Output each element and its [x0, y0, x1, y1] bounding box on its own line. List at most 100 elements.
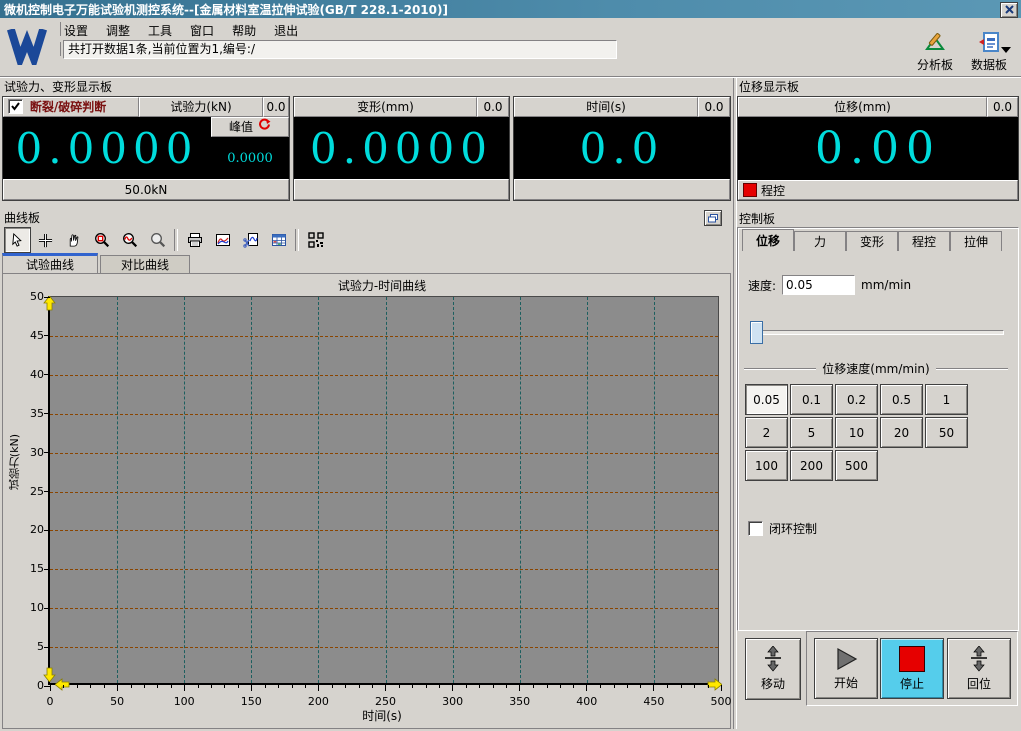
menu-item-window[interactable]: 窗口	[190, 22, 214, 39]
deform-header-button[interactable]: 变形(mm)	[294, 97, 477, 117]
x-minor-tick	[304, 685, 306, 688]
y-tick-label: 50	[30, 290, 44, 303]
start-button[interactable]: 开始	[814, 638, 878, 699]
gridline-h	[50, 452, 718, 454]
x-minor-tick	[425, 685, 427, 688]
float-panel-button[interactable]	[704, 210, 722, 226]
speed-slider-thumb[interactable]	[750, 321, 763, 344]
gridline-h	[50, 530, 718, 532]
toolbar-overflow-button[interactable]	[1001, 42, 1011, 56]
speed-button-1[interactable]: 1	[925, 384, 968, 415]
speed-input[interactable]	[782, 275, 856, 295]
copy-curve-tool[interactable]	[237, 227, 264, 253]
speed-button-20[interactable]: 20	[880, 417, 923, 448]
gridline-v	[184, 297, 186, 683]
y-tick-label: 35	[30, 406, 44, 420]
displacement-panel: 位移(mm) 0.0 0.00 程控	[737, 96, 1019, 201]
display-section-title: 试验力、变形显示板	[4, 80, 113, 94]
speed-button-200[interactable]: 200	[790, 450, 833, 481]
speed-button-0.5[interactable]: 0.5	[880, 384, 923, 415]
time-header-button[interactable]: 时间(s)	[514, 97, 698, 117]
play-triangle-icon	[837, 647, 858, 670]
speed-button-0.2[interactable]: 0.2	[835, 384, 878, 415]
tab-test-curve[interactable]: 试验曲线	[2, 253, 98, 273]
tab-compare-curve[interactable]: 对比曲线	[100, 255, 190, 273]
zoom-box-tool[interactable]	[88, 227, 115, 253]
barcode-tool[interactable]	[302, 227, 329, 253]
zoom-curve-icon	[122, 233, 137, 248]
menu-item-exit[interactable]: 退出	[274, 22, 298, 39]
gridline-h	[50, 608, 718, 610]
speed-button-0.05[interactable]: 0.05	[745, 384, 788, 415]
stop-button-label: 停止	[899, 676, 924, 691]
speed-button-2[interactable]: 2	[745, 417, 788, 448]
speed-button-5[interactable]: 5	[790, 417, 833, 448]
x-minor-tick	[479, 685, 481, 688]
menu-item-adjust[interactable]: 调整	[106, 22, 130, 39]
x-minor-tick	[103, 685, 105, 688]
tab-tensile[interactable]: 拉伸	[950, 231, 1002, 251]
tab-force[interactable]: 力	[794, 231, 846, 251]
gridline-v	[251, 297, 253, 683]
break-judge-checkbox[interactable]	[8, 99, 23, 114]
gridline-h	[50, 647, 718, 649]
speed-slider-track[interactable]	[750, 330, 1004, 335]
data-table-tool[interactable]	[265, 227, 292, 253]
x-minor-tick	[533, 685, 535, 688]
analysis-board-button[interactable]: 分析板	[908, 31, 962, 73]
move-button[interactable]: 移动	[745, 638, 801, 700]
tab-compare-curve-label: 对比曲线	[120, 258, 169, 272]
force-header-button[interactable]: 试验力(kN)	[139, 97, 263, 117]
control-panel: 位移 力 变形 程控 拉伸 速度: mm/min 位移速度(mm/min) 0.…	[737, 227, 1019, 631]
select-cursor-tool[interactable]	[4, 227, 31, 253]
refresh-icon	[259, 118, 271, 130]
break-judge-cell[interactable]: 断裂/破碎判断	[3, 97, 139, 117]
x-tick	[49, 685, 51, 691]
curve-chart-tool[interactable]	[209, 227, 236, 253]
time-header-value: 0.0	[698, 97, 730, 117]
x-minor-tick	[439, 685, 441, 688]
force-panel: 断裂/破碎判断 试验力(kN) 0.0 0.0000 峰值 0.0000 50.…	[2, 96, 290, 201]
speed-button-50[interactable]: 50	[925, 417, 968, 448]
speed-button-10[interactable]: 10	[835, 417, 878, 448]
tab-program[interactable]: 程控	[898, 231, 950, 251]
gridline-v	[586, 297, 588, 683]
tab-displacement[interactable]: 位移	[742, 229, 794, 251]
zoom-curve-tool[interactable]	[116, 227, 143, 253]
x-minor-tick	[157, 685, 159, 688]
stop-button[interactable]: 停止	[880, 638, 944, 699]
displacement-header-button[interactable]: 位移(mm)	[738, 97, 987, 117]
tab-deform[interactable]: 变形	[846, 231, 898, 251]
print-tool[interactable]	[181, 227, 208, 253]
closed-loop-label: 闭环控制	[769, 522, 818, 536]
speed-button-500[interactable]: 500	[835, 450, 878, 481]
data-table-icon	[271, 234, 286, 246]
y-tick	[44, 607, 50, 609]
speed-button-0.1[interactable]: 0.1	[790, 384, 833, 415]
x-tick	[452, 685, 454, 691]
run-button-group: 开始 停止 回位	[806, 631, 1018, 706]
peak-reset-button[interactable]	[258, 118, 271, 136]
zoom-out-tool[interactable]	[144, 227, 171, 253]
close-button[interactable]	[1000, 2, 1018, 18]
plot-area[interactable]: 0 5 10 15 20 25 30 35 40 45 50 0 50 100 150 200 250 300 35…	[30, 290, 732, 708]
return-button[interactable]: 回位	[947, 638, 1011, 699]
closed-loop-checkbox[interactable]	[748, 521, 763, 536]
y-tick-label: 45	[30, 328, 44, 342]
chart-ylabel: 试验力(kN)	[8, 434, 21, 491]
x-minor-tick	[63, 685, 65, 688]
y-tick-label: 10	[30, 601, 44, 615]
x-minor-tick	[466, 685, 468, 688]
force-range-strip: 50.0kN	[3, 179, 289, 200]
status-field: 共打开数据1条,当前位置为1,编号:/	[63, 40, 617, 59]
x-minor-tick	[694, 685, 696, 688]
speed-button-100[interactable]: 100	[745, 450, 788, 481]
pan-hand-tool[interactable]	[60, 227, 87, 253]
menu-item-tools[interactable]: 工具	[148, 22, 172, 39]
x-minor-tick	[398, 685, 400, 688]
move-crosshair-tool[interactable]	[32, 227, 59, 253]
menu-item-settings[interactable]: 设置	[64, 22, 88, 39]
menu-item-help[interactable]: 帮助	[232, 22, 256, 39]
peak-value-display: 0.0000	[211, 137, 289, 179]
gridline-v	[519, 297, 521, 683]
